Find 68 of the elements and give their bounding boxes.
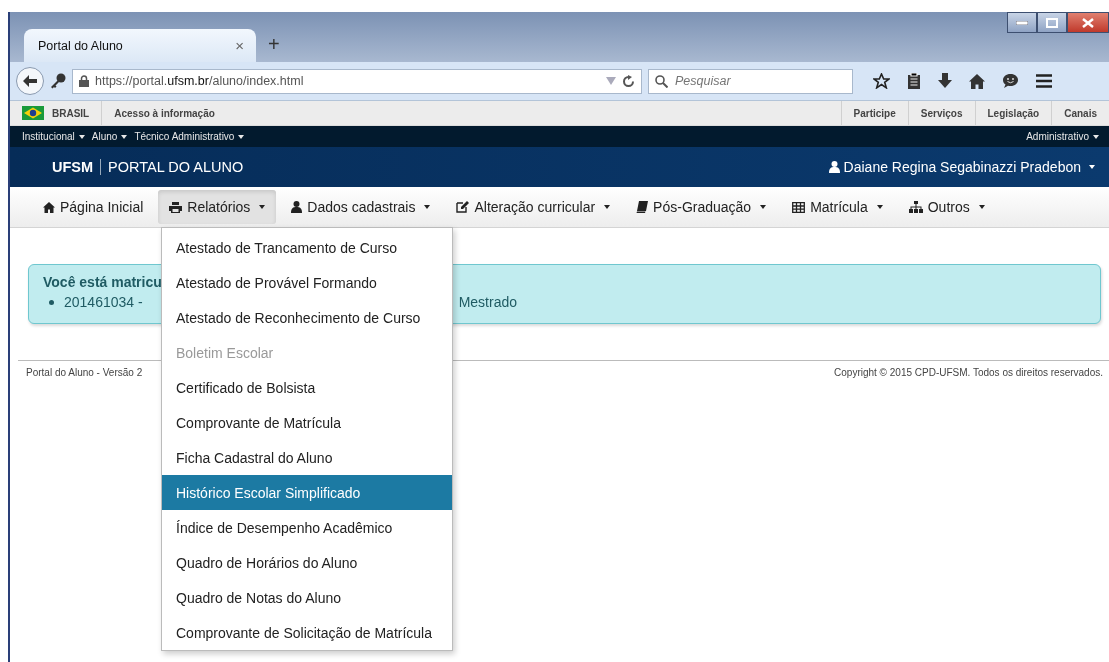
close-icon <box>1082 17 1094 28</box>
top-menu-item[interactable]: Administrativo <box>1026 131 1099 142</box>
maximize-button[interactable] <box>1037 12 1067 33</box>
footer-version: Portal do Aluno - Versão 2 <box>26 367 143 378</box>
menu-item[interactable]: Atestado de Reconhecimento de Curso <box>162 300 452 335</box>
minimize-icon <box>1016 20 1028 25</box>
tab-close-button[interactable]: × <box>235 37 244 54</box>
minimize-button[interactable] <box>1007 12 1037 33</box>
menu-item[interactable]: Quadro de Horários do Aluno <box>162 545 452 580</box>
gov-link[interactable]: Acesso à informação <box>102 107 227 119</box>
user-icon <box>828 161 840 173</box>
back-button[interactable] <box>16 67 44 95</box>
maximize-icon <box>1046 17 1058 28</box>
menu-item[interactable]: Comprovante de Solicitação de Matrícula <box>162 615 452 650</box>
nav-tab[interactable]: Matrícula <box>781 190 894 224</box>
close-button[interactable] <box>1067 12 1109 33</box>
nav-tab[interactable]: Pós-Graduação <box>625 190 778 224</box>
flag-icon <box>22 106 44 120</box>
reload-icon[interactable] <box>622 74 635 88</box>
footer-copyright: Copyright © 2015 CPD-UFSM. Todos os direitos reservados. <box>834 367 1103 378</box>
menu-item[interactable]: Quadro de Notas do Aluno <box>162 580 452 615</box>
address-bar[interactable]: https://portal.ufsm.br/aluno/index.html <box>72 68 642 94</box>
nav-tab[interactable]: Relatórios <box>158 190 277 224</box>
menu-item[interactable]: Ficha Cadastral do Aluno <box>162 440 452 475</box>
nav-tab[interactable]: Dados cadastrais <box>280 190 442 224</box>
home-icon[interactable] <box>969 73 985 89</box>
browser-tab[interactable]: Portal do Aluno × <box>24 29 256 62</box>
menu-item[interactable]: Comprovante de Matrícula <box>162 405 452 440</box>
portal-title: PORTAL DO ALUNO <box>108 159 244 175</box>
nav-tab[interactable]: Página Inicial <box>32 190 155 224</box>
edit-icon <box>456 201 470 213</box>
sitemap-icon <box>908 201 923 213</box>
clipboard-icon[interactable] <box>907 73 921 89</box>
tab-title: Portal do Aluno <box>38 38 123 53</box>
menu-item[interactable]: Índice de Desempenho Acadêmico <box>162 510 452 545</box>
top-menu-item[interactable]: Técnico Administrativo <box>134 131 245 142</box>
alert-text: 201461034 - <box>64 294 143 310</box>
nav-tab[interactable]: Alteração curricular <box>445 190 622 224</box>
menu-icon[interactable] <box>1036 74 1052 88</box>
top-menu-item[interactable]: Institucional <box>22 131 85 142</box>
gov-link[interactable]: BRASIL <box>52 107 90 119</box>
search-field[interactable]: Pesquisar <box>648 68 853 94</box>
new-tab-button[interactable]: + <box>268 33 280 56</box>
alert-title: Você está matricu <box>43 274 162 290</box>
gov-link[interactable]: Participe <box>840 101 908 125</box>
download-icon[interactable] <box>938 73 952 89</box>
key-icon[interactable] <box>50 73 66 89</box>
table-icon <box>792 201 806 213</box>
gov-link[interactable]: Serviços <box>907 101 975 125</box>
nav-tab[interactable]: Outros <box>897 190 996 224</box>
lock-icon <box>79 75 89 87</box>
alert-text: Mestrado <box>458 294 517 310</box>
menu-item[interactable]: Histórico Escolar Simplificado <box>162 475 452 510</box>
user-icon <box>291 201 303 213</box>
back-arrow-icon <box>23 75 37 87</box>
menu-item[interactable]: Certificado de Bolsista <box>162 370 452 405</box>
home-icon <box>43 201 55 213</box>
star-icon[interactable] <box>873 73 890 89</box>
gov-link[interactable]: Canais <box>1051 101 1109 125</box>
printer-icon <box>169 201 183 213</box>
user-menu[interactable]: Daiane Regina Segabinazzi Pradebon <box>828 159 1095 175</box>
menu-item[interactable]: Atestado de Provável Formando <box>162 265 452 300</box>
book-icon <box>636 201 649 213</box>
menu-item[interactable]: Atestado de Trancamento de Curso <box>162 230 452 265</box>
chat-icon[interactable] <box>1002 73 1019 89</box>
top-menu-item[interactable]: Aluno <box>91 131 128 142</box>
brand-name: UFSM <box>52 159 94 175</box>
gov-link[interactable]: Legislação <box>974 101 1052 125</box>
